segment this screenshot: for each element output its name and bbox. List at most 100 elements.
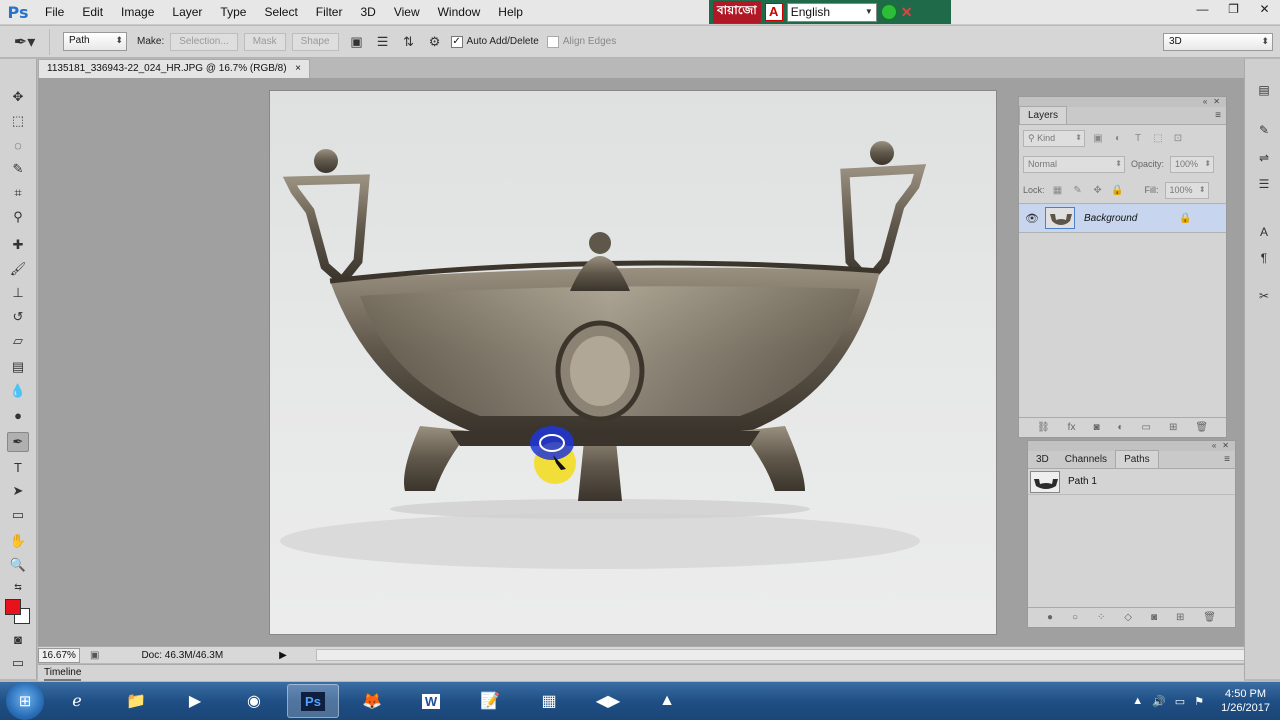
green-status-icon[interactable] [880,4,897,20]
marquee-tool-icon[interactable]: ⬚ [7,111,29,131]
layers-panel-menu-icon[interactable]: ≡ [1210,108,1226,124]
paths-panel-menu-icon[interactable]: ≡ [1219,452,1235,468]
make-shape-button[interactable]: Shape [291,32,339,51]
menu-type[interactable]: Type [211,0,255,25]
make-work-path-icon[interactable]: ◇ [1124,612,1132,623]
layer-row-background[interactable]: 👁 Background 🔒 [1019,203,1226,233]
restore-button[interactable]: ❐ [1218,0,1249,18]
eraser-tool-icon[interactable]: ▱ [7,331,29,351]
type-tool-icon[interactable]: T [7,457,29,477]
auto-add-delete-checkbox[interactable]: ✓ [450,35,463,48]
lock-position-icon[interactable]: ✥ [1091,185,1105,196]
fill-field[interactable]: 100% [1164,181,1209,199]
pen-mode-select[interactable]: Path [63,32,127,51]
notepad-icon[interactable]: 📝 [464,684,516,718]
load-selection-icon[interactable]: ⁘ [1097,612,1105,623]
media-player-icon[interactable]: ▶ [169,684,221,718]
horizontal-scrollbar[interactable] [316,649,1266,661]
screen-mode-icon[interactable]: ▭ [7,653,29,673]
clone-stamp-tool-icon[interactable]: ⊥ [7,283,29,303]
paths-close-icon[interactable]: ✕ [1222,441,1229,451]
hand-tool-icon[interactable]: ✋ [7,531,29,551]
file-explorer-icon[interactable]: 📁 [110,684,162,718]
menu-image[interactable]: Image [112,0,163,25]
adjustment-filter-icon[interactable]: ◐ [1111,133,1125,144]
new-layer-icon[interactable]: ⊞ [1169,422,1177,433]
smart-object-filter-icon[interactable]: ⊡ [1171,133,1185,144]
lock-image-icon[interactable]: ✎ [1071,185,1085,196]
status-menu-arrow-icon[interactable]: ▶ [279,650,287,661]
bangla-keyboard-button[interactable]: বায়াজো [713,1,761,23]
app-icon[interactable]: ▲ [641,684,693,718]
link-layers-icon[interactable]: ⛓ [1037,422,1050,433]
dodge-tool-icon[interactable]: ● [7,405,29,425]
swap-colors-icon[interactable]: ⇆ [7,577,29,597]
blend-mode-select[interactable]: Normal [1023,155,1125,173]
quick-mask-icon[interactable]: ◙ [7,629,29,649]
layer-kind-filter[interactable]: ⚲ Kind [1023,129,1085,147]
lock-all-icon[interactable]: 🔒 [1111,185,1125,196]
language-select[interactable]: English [786,2,877,22]
menu-filter[interactable]: Filter [307,0,352,25]
brush-tool-icon[interactable]: 🖌 [7,259,29,279]
path-operations-icon[interactable]: ▣ [349,34,365,50]
path-arrangement-icon[interactable]: ⇅ [401,34,417,50]
delete-layer-icon[interactable]: 🗑 [1195,422,1208,433]
visibility-eye-icon[interactable]: 👁 [1019,212,1045,225]
adjustment-layer-icon[interactable]: ◐ [1117,422,1123,433]
eyedropper-tool-icon[interactable]: ⚲ [7,207,29,227]
zoom-tool-icon[interactable]: 🔍 [7,555,29,575]
tab-3d[interactable]: 3D [1028,451,1057,468]
layer-style-icon[interactable]: fx [1068,422,1076,433]
zoom-level-field[interactable]: 16.67% [38,647,80,663]
timeline-panel-tab[interactable]: Timeline [38,664,1244,681]
firefox-icon[interactable]: 🦊 [346,684,398,718]
paragraph-panel-icon[interactable]: ¶ [1256,251,1272,265]
image-filter-icon[interactable]: ▣ [1091,133,1105,144]
rectangle-tool-icon[interactable]: ▭ [7,505,29,525]
panel-close-icon[interactable]: ✕ [1213,97,1220,107]
start-button[interactable]: ⊞ [6,682,44,720]
move-tool-icon[interactable]: ✥ [7,87,29,107]
close-button[interactable]: ✕ [1249,0,1280,18]
document-close-icon[interactable]: × [295,63,301,75]
new-path-icon[interactable]: ⊞ [1176,612,1184,623]
taskbar-clock[interactable]: 4:50 PM 1/26/2017 [1221,687,1270,715]
photoshop-taskbar-icon[interactable]: Ps [287,684,339,718]
menu-view[interactable]: View [385,0,429,25]
add-mask-icon[interactable]: ◙ [1093,422,1099,433]
delete-path-icon[interactable]: 🗑 [1203,612,1216,623]
foreground-color-swatch[interactable] [5,599,21,615]
menu-select[interactable]: Select [255,0,306,25]
network-icon[interactable]: ▭ [1175,695,1185,708]
keyboard-a-icon[interactable]: A [764,3,783,21]
properties-panel-icon[interactable]: ☰ [1256,177,1272,191]
path-alignment-icon[interactable]: ☰ [375,34,391,50]
pen-tool-preset-icon[interactable]: ✒▾ [0,28,50,55]
show-hidden-icons-icon[interactable]: ▲ [1132,695,1143,707]
menu-file[interactable]: File [36,0,73,25]
type-filter-icon[interactable]: T [1131,133,1145,144]
menu-help[interactable]: Help [489,0,532,25]
status-preview-icon[interactable]: ▣ [90,650,99,661]
healing-brush-tool-icon[interactable]: ✚ [7,235,29,255]
path-row-path1[interactable]: Path 1 [1028,469,1235,495]
word-icon[interactable]: W [405,684,457,718]
language-close-icon[interactable]: ✕ [901,4,913,21]
pen-tool-icon[interactable]: ✒ [7,432,29,452]
shape-filter-icon[interactable]: ⬚ [1151,133,1165,144]
lasso-tool-icon[interactable]: ◌ [7,135,29,155]
blur-tool-icon[interactable]: 💧 [7,381,29,401]
make-mask-button[interactable]: Mask [243,32,286,51]
menu-edit[interactable]: Edit [73,0,112,25]
tab-paths[interactable]: Paths [1115,450,1159,468]
workspace-select[interactable]: 3D [1163,33,1273,51]
document-tab[interactable]: 1135181_336943-22_024_HR.JPG @ 16.7% (RG… [38,59,310,78]
menu-window[interactable]: Window [429,0,490,25]
collapse-icon[interactable]: « [1203,97,1207,107]
tab-layers[interactable]: Layers [1019,106,1068,124]
tool-presets-panel-icon[interactable]: ✂ [1256,289,1272,303]
minimize-button[interactable]: — [1187,0,1218,18]
fill-path-icon[interactable]: ● [1047,612,1053,623]
paths-collapse-icon[interactable]: « [1212,441,1216,451]
